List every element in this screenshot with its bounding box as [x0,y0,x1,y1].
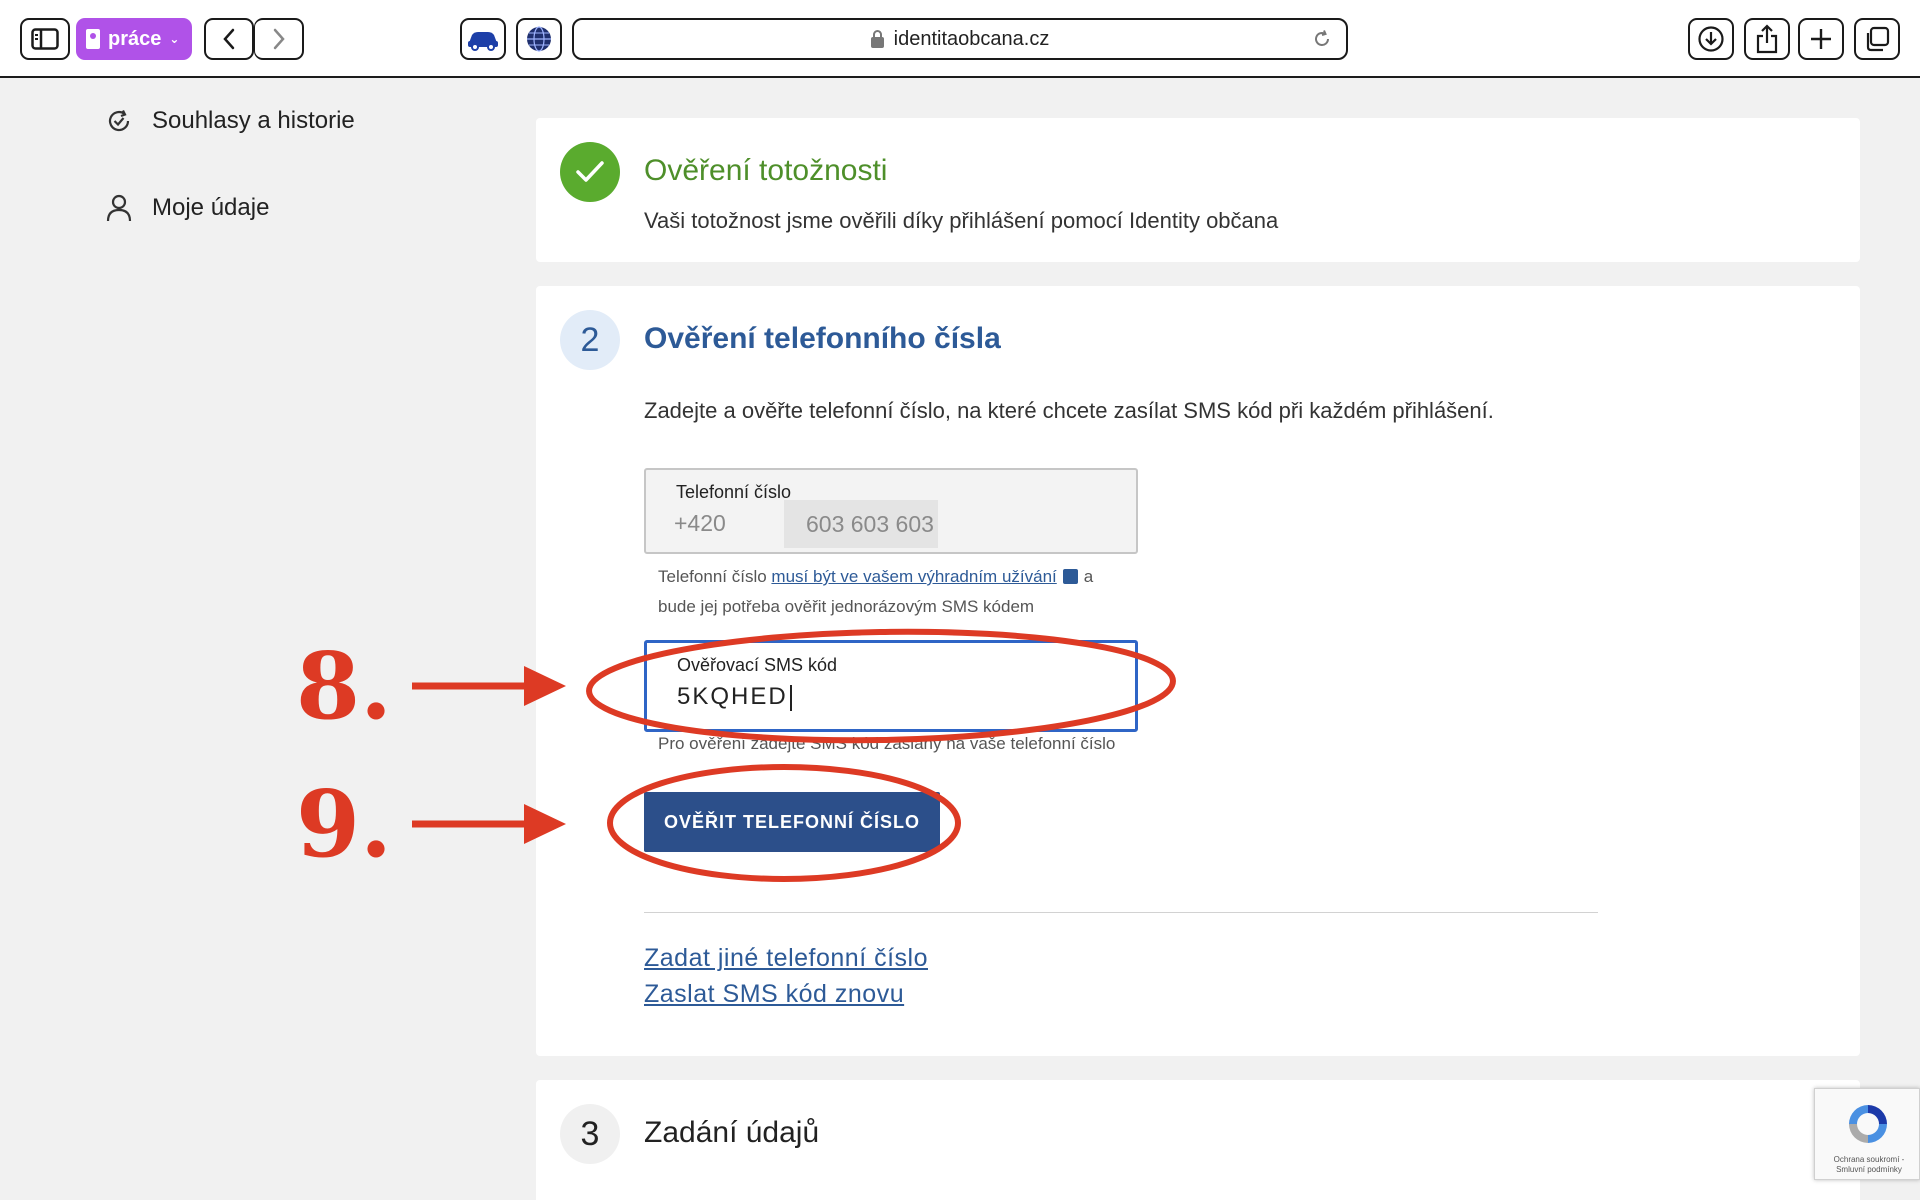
arrow-right-icon [412,804,566,844]
arrow-right-icon [412,666,566,706]
recaptcha-text: Ochrana soukromí - Smluvní podmínky [1833,1155,1905,1174]
highlight-ellipse-button [607,764,961,882]
annotation-overlay [412,628,1176,882]
highlight-ellipse-sms [586,628,1176,744]
recaptcha-icon [1849,1105,1887,1143]
recaptcha-badge[interactable]: Ochrana soukromí - Smluvní podmínky [1814,1088,1920,1180]
